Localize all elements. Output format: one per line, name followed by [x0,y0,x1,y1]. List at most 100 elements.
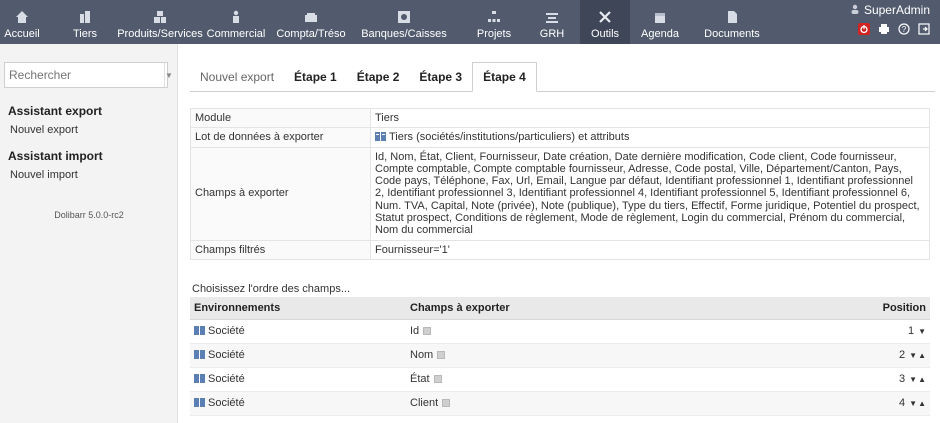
nav-commercial-label: Commercial [206,28,266,40]
building-icon [76,10,94,24]
table-row: Société État 3 ▼▲ [190,367,930,392]
move-down-icon[interactable]: ▼ [918,327,926,336]
nav-outils[interactable]: Outils [580,0,630,44]
move-down-icon[interactable]: ▼ [909,351,917,360]
field-name: Id [410,325,420,337]
filtered-label: Champs filtrés [190,239,371,260]
book-icon [194,326,205,335]
position-cell: 1 ▼ [840,319,930,344]
home-icon [13,10,31,24]
env-name: Société [208,373,245,385]
summary-row-filtered: Champs filtrés Fournisseur='1' [190,239,930,260]
external-link-icon[interactable] [918,23,930,35]
nav-documents[interactable]: Documents [700,0,764,44]
nav-banques-caisses-label: Banques/Caisses [361,28,447,40]
svg-text:?: ? [902,25,907,34]
nav-agenda[interactable]: Agenda [634,0,686,44]
sitemap-icon [485,10,503,24]
nav-accueil-label: Accueil [4,28,40,40]
module-label: Module [190,107,371,129]
move-up-icon[interactable]: ▲ [918,399,926,408]
tab-step-1[interactable]: Étape 1 [284,63,347,91]
table-row: Société Id 1 ▼ [190,319,930,344]
position-cell: 2 ▼▲ [840,343,930,368]
field-cell: Id [406,319,840,344]
nav-grh-label: GRH [539,28,565,40]
col-environnements: Environnements [190,297,406,320]
tab-step-3[interactable]: Étape 3 [409,63,472,91]
move-up-icon[interactable]: ▲ [918,351,926,360]
move-down-icon[interactable]: ▼ [909,399,917,408]
book-icon [375,132,386,142]
user-menu[interactable]: SuperAdmin [850,3,930,17]
wizard-tabs: Nouvel export Étape 1 Étape 2 Étape 3 Ét… [190,62,935,92]
book-icon [194,350,205,359]
cubes-icon [151,10,169,24]
env-cell: Société [190,367,406,392]
nav-produits-services-label: Produits/Services [117,28,203,40]
new-import-link[interactable]: Nouvel import [10,169,103,181]
user-icon [850,3,860,17]
info-icon [433,375,442,383]
field-name: État [410,373,430,385]
logout-icon[interactable] [858,23,870,35]
nav-banques-caisses[interactable]: Banques/Caisses [356,0,452,44]
user-name: SuperAdmin [863,3,930,17]
table-row: Société Nom 2 ▼▲ [190,343,930,368]
import-menu-title[interactable]: Assistant import [8,149,103,163]
col-position: Position [840,297,930,320]
search-box: ▼ [4,62,173,88]
env-cell: Société [190,343,406,368]
tab-step-4[interactable]: Étape 4 [472,62,537,92]
book-icon [194,398,205,407]
position-value: 2 [899,349,906,361]
chevron-down-icon[interactable]: ▼ [164,63,173,87]
nav-projets[interactable]: Projets [473,0,515,44]
money-icon [302,10,320,24]
table-row: Société Client 4 ▼▲ [190,391,930,416]
nav-compta-treso[interactable]: Compta/Tréso [268,0,354,44]
bank-icon [395,10,413,24]
new-export-link[interactable]: Nouvel export [10,124,102,136]
nav-grh[interactable]: GRH [532,0,572,44]
export-menu-title[interactable]: Assistant export [8,104,102,118]
fields-value: Id, Nom, État, Client, Fournisseur, Date… [370,146,930,241]
nav-accueil[interactable]: Accueil [2,0,42,44]
position-value: 4 [899,397,906,409]
nav-produits-services[interactable]: Produits/Services [117,0,203,44]
user-area: SuperAdmin ? [850,3,930,35]
nav-agenda-label: Agenda [641,28,679,40]
nav-documents-label: Documents [704,28,760,40]
version-text: Dolibarr 5.0.0-rc2 [54,210,124,220]
move-down-icon[interactable]: ▼ [909,375,917,384]
order-header-row: Environnements Champs à exporter Positio… [190,297,930,320]
nav-tiers[interactable]: Tiers [64,0,106,44]
nav-tiers-label: Tiers [72,28,98,40]
filtered-value: Fournisseur='1' [370,239,930,260]
nav-commercial[interactable]: Commercial [205,0,267,44]
env-name: Société [208,397,245,409]
field-order-table: Environnements Champs à exporter Positio… [190,297,930,416]
nav-outils-label: Outils [590,28,620,40]
search-input[interactable] [5,63,164,87]
tab-new-export[interactable]: Nouvel export [190,63,284,91]
tab-step-2[interactable]: Étape 2 [347,63,410,91]
nav-projets-label: Projets [476,28,512,40]
people-icon [543,10,561,24]
left-sidebar: ▼ Assistant export Nouvel export Assista… [0,44,178,423]
move-up-icon[interactable]: ▲ [918,375,926,384]
summary-row-lot: Lot de données à exporter Tiers (société… [190,127,930,148]
order-caption: Choisissez l'ordre des champs... [192,283,350,295]
export-summary-table: Module Tiers Lot de données à exporter T… [190,107,930,260]
lot-cell: Tiers (sociétés/institutions/particulier… [370,127,930,148]
field-cell: État [406,367,840,392]
help-icon[interactable]: ? [898,23,910,35]
top-menu-bar: Accueil Tiers Produits/Services Commerci… [0,0,940,44]
import-menu: Assistant import Nouvel import [8,149,103,181]
print-icon[interactable] [878,23,890,35]
env-cell: Société [190,391,406,416]
tools-icon [596,10,614,24]
env-cell: Société [190,319,406,344]
summary-row-fields: Champs à exporter Id, Nom, État, Client,… [190,146,930,241]
lot-label: Lot de données à exporter [190,127,371,148]
